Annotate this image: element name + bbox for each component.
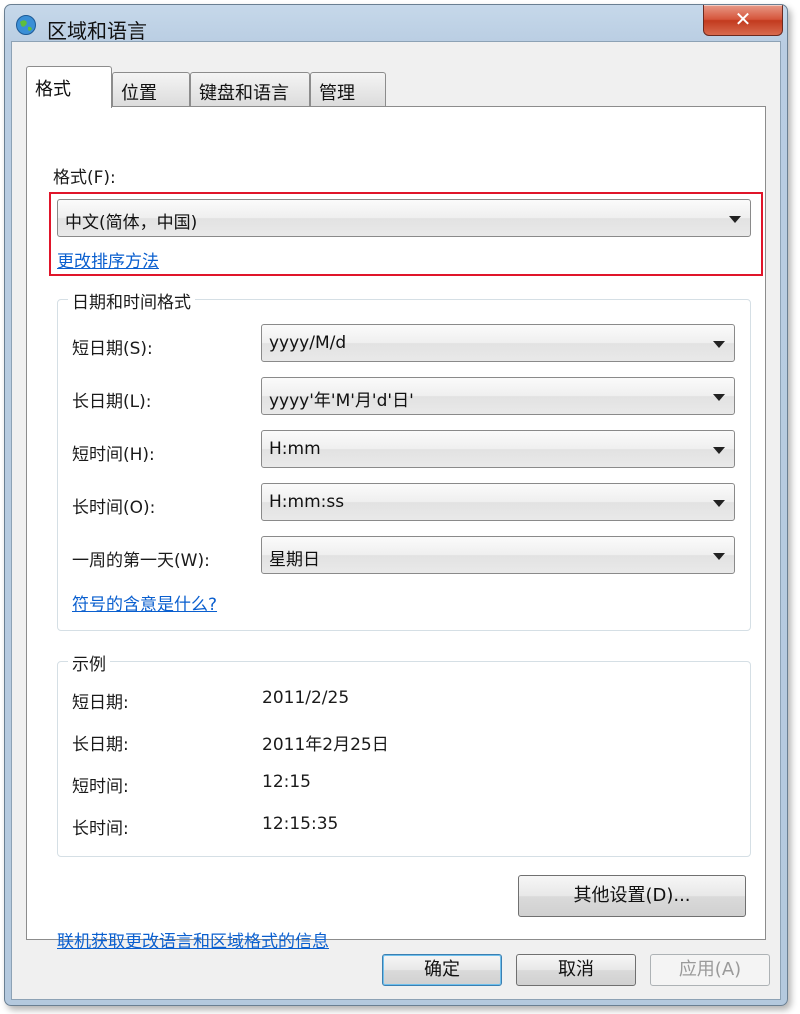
long-time-value: H:mm:ss: [269, 492, 345, 512]
cancel-button[interactable]: 取消: [516, 954, 636, 986]
short-date-dropdown[interactable]: yyyy/M/d: [261, 324, 735, 362]
short-date-value: yyyy/M/d: [269, 333, 347, 353]
tab-panel-format: 格式(F): 中文(简体，中国) 更改排序方法 日期和时间格式 短日期(S): …: [26, 106, 766, 952]
online-info-link[interactable]: 联机获取更改语言和区域格式的信息: [57, 927, 329, 952]
datetime-group-title: 日期和时间格式: [68, 288, 195, 313]
long-time-dropdown[interactable]: H:mm:ss: [261, 483, 735, 521]
short-time-dropdown[interactable]: H:mm: [261, 430, 735, 468]
example-short-time-value: 12:15: [262, 772, 311, 792]
example-long-time-value: 12:15:35: [262, 814, 339, 834]
globe-icon: [16, 15, 36, 35]
first-day-dropdown[interactable]: 星期日: [261, 536, 735, 574]
datetime-format-group: 日期和时间格式 短日期(S): yyyy/M/d 长日期(L): yyyy'年'…: [57, 288, 751, 631]
example-short-time-label: 短时间:: [72, 777, 129, 797]
short-time-label: 短时间(H):: [72, 445, 155, 465]
short-date-label: 短日期(S):: [72, 339, 153, 359]
dropdown-arrow-icon: [713, 500, 725, 507]
first-day-value: 星期日: [269, 550, 320, 570]
dialog-client-area: 格式 位置 键盘和语言 管理 格式(F): 中文(简体，中国) 更改排序方法 日…: [11, 41, 781, 1000]
example-group-title: 示例: [68, 650, 110, 675]
apply-button[interactable]: 应用(A): [650, 954, 770, 986]
tab-administrative[interactable]: 管理: [310, 72, 386, 106]
example-short-date-label: 短日期:: [72, 693, 129, 713]
dropdown-arrow-icon: [713, 341, 725, 348]
short-time-value: H:mm: [269, 439, 321, 459]
tab-format[interactable]: 格式: [26, 66, 112, 108]
long-time-label: 长时间(O):: [72, 498, 156, 518]
highlight-box: [49, 192, 763, 276]
long-date-value: yyyy'年'M'月'd'日': [269, 391, 414, 411]
tab-location[interactable]: 位置: [112, 72, 190, 106]
ok-button[interactable]: 确定: [382, 954, 502, 986]
example-group: 示例 短日期: 2011/2/25 长日期: 2011年2月25日 短时间: 1…: [57, 650, 751, 857]
example-long-date-value: 2011年2月25日: [262, 735, 389, 755]
close-button[interactable]: ✕: [703, 5, 783, 36]
example-long-date-label: 长日期:: [72, 735, 129, 755]
example-short-date-value: 2011/2/25: [262, 688, 350, 708]
long-date-label: 长日期(L):: [72, 392, 152, 412]
dropdown-arrow-icon: [713, 394, 725, 401]
tab-keyboard-language[interactable]: 键盘和语言: [190, 72, 310, 106]
symbol-meaning-link[interactable]: 符号的含意是什么?: [72, 590, 217, 615]
first-day-label: 一周的第一天(W):: [72, 551, 210, 571]
region-language-window: 区域和语言 ✕ 格式 位置 键盘和语言 管理 格式(F): 中文(简体，中国) …: [4, 4, 788, 1006]
format-label: 格式(F):: [53, 168, 116, 188]
dropdown-arrow-icon: [713, 447, 725, 454]
window-title: 区域和语言: [47, 19, 147, 43]
example-long-time-label: 长时间:: [72, 819, 129, 839]
other-settings-button[interactable]: 其他设置(D)...: [518, 875, 746, 917]
long-date-dropdown[interactable]: yyyy'年'M'月'd'日': [261, 377, 735, 415]
dropdown-arrow-icon: [713, 553, 725, 560]
